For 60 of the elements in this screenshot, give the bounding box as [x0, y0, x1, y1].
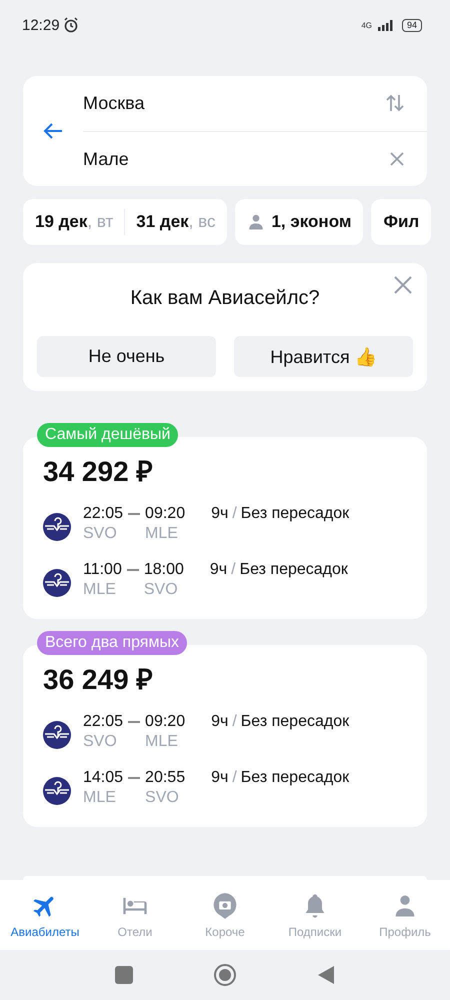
separator-slash: / — [231, 561, 236, 578]
arrival-airport: MLE — [145, 525, 179, 543]
departure-time: 11:00 — [83, 561, 122, 579]
arrival-time: 20:55 — [145, 769, 186, 787]
depart-date: 19 дек, вт — [35, 212, 114, 232]
departure-airport: SVO — [83, 733, 118, 751]
network-label: 4G — [361, 20, 372, 30]
recents-icon[interactable] — [115, 966, 133, 984]
departure-airport: SVO — [83, 525, 118, 543]
arrival-airport: MLE — [145, 733, 179, 751]
alarm-icon — [62, 17, 79, 33]
arrival-time: 09:20 — [145, 713, 186, 731]
destination-field[interactable]: Мале — [83, 148, 129, 170]
status-time: 12:29 — [22, 16, 60, 34]
filter-chip[interactable]: Фил — [371, 199, 432, 245]
ticket-badge: Всего два прямых — [37, 631, 187, 655]
airline-logo-icon — [43, 777, 71, 805]
arrival-time: 18:00 — [144, 561, 184, 579]
close-icon[interactable] — [393, 275, 413, 295]
ticket-price: 34 292 ₽ — [43, 455, 154, 489]
flight-duration: 9ч — [211, 713, 228, 730]
person-icon — [247, 213, 266, 231]
departure-time: 22:05 — [83, 505, 124, 523]
home-icon[interactable] — [213, 963, 237, 987]
separator-slash: / — [232, 505, 237, 522]
departure-time: 22:05 — [83, 713, 124, 731]
back-arrow-icon[interactable] — [43, 122, 63, 140]
swap-icon[interactable] — [385, 93, 405, 113]
ticket-badge: Самый дешёвый — [37, 423, 178, 447]
back-icon[interactable] — [317, 965, 335, 985]
stops-label: Без пересадок — [240, 713, 350, 730]
separator-slash: / — [232, 769, 237, 786]
arrival-airport: SVO — [145, 789, 180, 807]
arrival-airport: SVO — [144, 581, 179, 599]
airline-logo-icon — [43, 721, 71, 749]
battery-level: 94 — [402, 18, 422, 32]
airline-logo-icon — [43, 513, 71, 541]
departure-airport: MLE — [83, 789, 117, 807]
stops-label: Без пересадок — [240, 769, 350, 786]
arrival-time: 09:20 — [145, 505, 186, 523]
origin-field[interactable]: Москва — [83, 92, 144, 114]
camera-icon — [211, 892, 239, 920]
clear-icon[interactable] — [389, 151, 405, 167]
rating-button[interactable]: Не очень — [37, 336, 216, 377]
passengers-chip[interactable]: 1, эконом — [235, 199, 364, 245]
departure-time: 14:05 — [83, 769, 124, 787]
stops-label: Без пересадок — [240, 561, 348, 578]
nav-tab[interactable]: Авиабилеты — [0, 890, 90, 940]
ticket-price: 36 249 ₽ — [43, 663, 154, 697]
flight-duration: 9ч — [211, 505, 228, 522]
stops-label: Без пересадок — [240, 505, 350, 522]
rating-title: Как вам Авиасейлс? — [130, 287, 320, 310]
airline-logo-icon — [43, 569, 71, 597]
return-date: 31 дек, вс — [136, 212, 216, 232]
separator-slash: / — [232, 713, 237, 730]
departure-airport: MLE — [83, 581, 117, 599]
flight-duration: 9ч — [211, 769, 228, 786]
dates-chip[interactable]: 19 дек, вт 31 дек, вс — [23, 199, 228, 245]
flight-duration: 9ч — [210, 561, 228, 578]
rating-button[interactable]: Нравится 👍 — [234, 336, 413, 377]
